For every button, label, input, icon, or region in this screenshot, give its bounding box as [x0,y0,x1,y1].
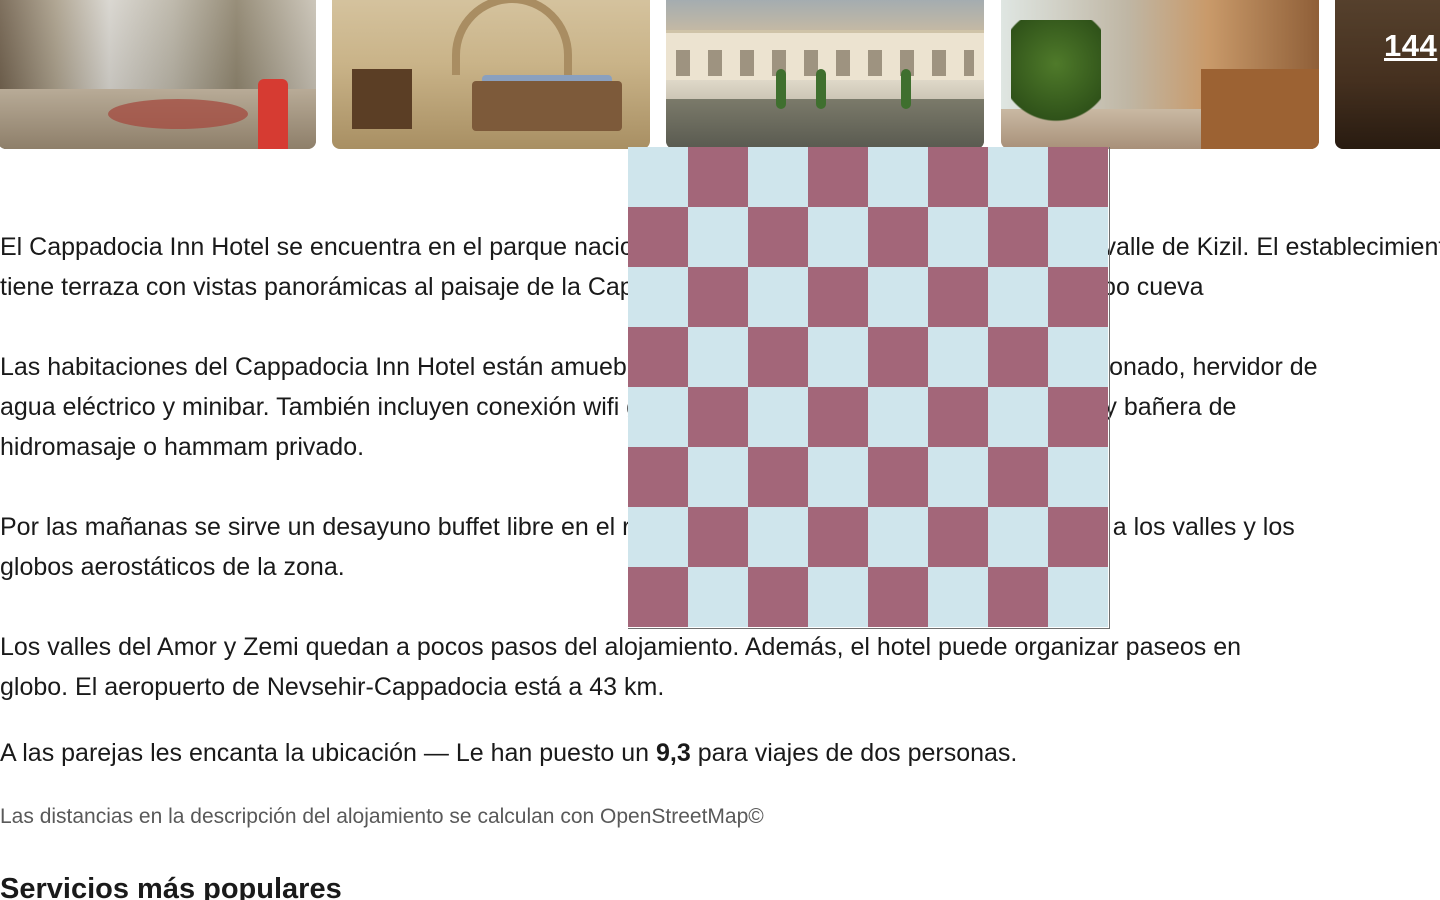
checker-cell [808,447,868,507]
checker-cell [688,507,748,567]
checker-cell [928,567,988,627]
checker-cell [928,387,988,447]
checker-cell [808,567,868,627]
checkerboard-overlay [628,147,1110,629]
checker-cell [628,567,688,627]
checker-cell [868,147,928,207]
checker-cell [688,207,748,267]
checker-cell [808,147,868,207]
couples-rating-score: 9,3 [656,739,691,767]
checker-cell [928,327,988,387]
description-paragraph-4: Los valles del Amor y Zemi quedan a poco… [0,633,1242,701]
checker-cell [1048,507,1108,567]
checker-cell [748,507,808,567]
checker-cell [1048,267,1108,327]
checker-cell [628,447,688,507]
checker-cell [808,207,868,267]
checker-cell [1048,387,1108,447]
checker-cell [688,387,748,447]
checker-cell [1048,207,1108,267]
gallery-photo-more[interactable] [1335,0,1440,149]
distance-disclaimer: Las distancias en la descripción del alo… [0,805,764,828]
checker-cell [988,327,1048,387]
checker-cell [748,147,808,207]
more-photos-link[interactable]: 144 [1384,28,1437,64]
checker-cell [688,567,748,627]
checker-cell [628,387,688,447]
checker-cell [748,267,808,327]
checker-cell [808,387,868,447]
checker-cell [868,507,928,567]
checker-cell [1048,327,1108,387]
checker-cell [868,387,928,447]
checker-cell [808,507,868,567]
gallery-photo-courtyard[interactable] [666,0,984,149]
checker-cell [628,327,688,387]
checker-cell [868,207,928,267]
checker-cell [628,507,688,567]
checker-cell [928,207,988,267]
gallery-photo-room[interactable] [332,0,650,149]
checker-cell [928,507,988,567]
checker-cell [688,147,748,207]
checker-cell [928,147,988,207]
checker-cell [868,267,928,327]
checker-cell [988,447,1048,507]
checker-cell [748,207,808,267]
checker-cell [928,267,988,327]
checker-cell [808,267,868,327]
checker-cell [748,387,808,447]
checker-cell [688,267,748,327]
photo-gallery: 144 [0,0,1440,149]
checker-cell [868,327,928,387]
checker-cell [688,447,748,507]
checker-cell [868,447,928,507]
checker-cell [988,507,1048,567]
checker-cell [688,327,748,387]
checker-cell [988,267,1048,327]
gallery-photo-restaurant[interactable] [1001,0,1319,149]
property-page: 144 El Cappadocia Inn Hotel se encuentra… [0,0,1440,900]
checker-cell [628,267,688,327]
checker-cell [748,327,808,387]
checker-cell [1048,567,1108,627]
checker-cell [1048,447,1108,507]
checker-cell [808,327,868,387]
checker-cell [628,207,688,267]
popular-facilities-heading: Servicios más populares [0,873,342,900]
checker-cell [1048,147,1108,207]
checkerboard-pattern [628,147,1108,627]
checker-cell [988,387,1048,447]
checker-cell [748,447,808,507]
checker-cell [748,567,808,627]
checker-cell [988,207,1048,267]
checker-cell [928,447,988,507]
checker-cell [628,147,688,207]
checker-cell [988,567,1048,627]
checker-cell [868,567,928,627]
gallery-photo-lobby[interactable] [0,0,316,149]
checker-cell [988,147,1048,207]
couples-rating-text: A las parejas les encanta la ubicación —… [0,739,1018,767]
